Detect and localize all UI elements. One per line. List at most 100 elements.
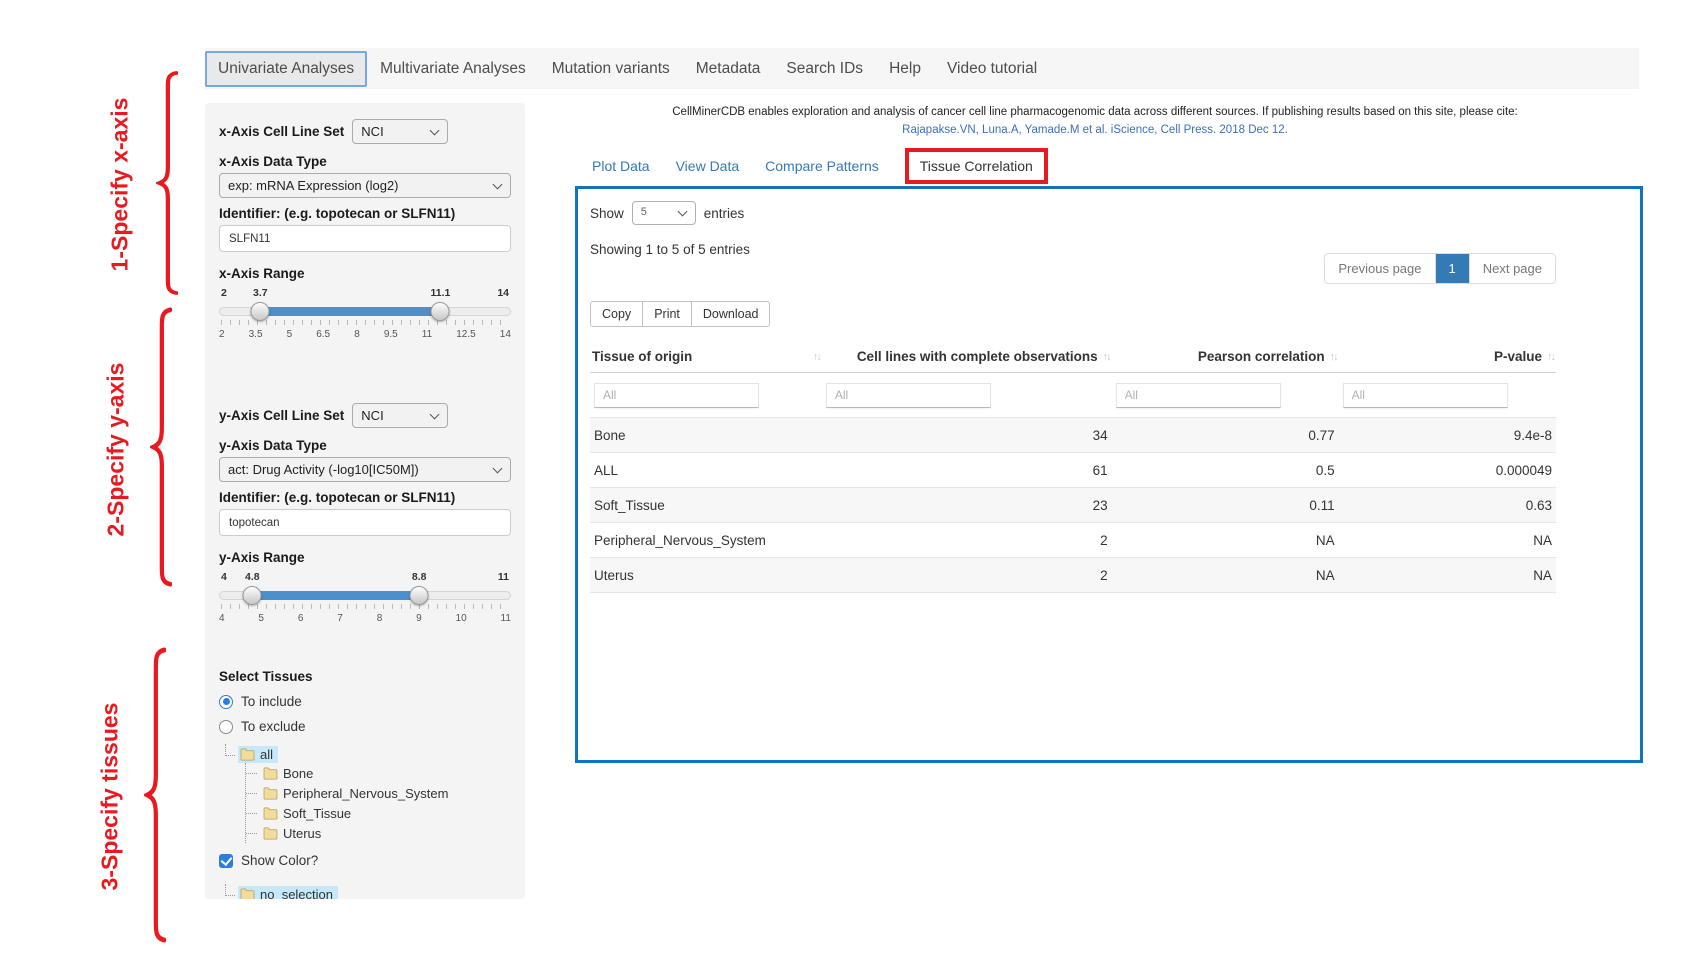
slider-tick-label: 7 — [337, 613, 343, 624]
slider-tick-label: 14 — [500, 329, 511, 340]
y-identifier-input[interactable] — [219, 509, 511, 536]
slider-tick-label: 6 — [298, 613, 304, 624]
radio-selected-icon — [219, 695, 233, 709]
table-filter-row — [590, 373, 1556, 418]
nav-tab-univariate-analyses[interactable]: Univariate Analyses — [205, 51, 367, 87]
slider-tick-label: 10 — [456, 613, 467, 624]
x-range-handle-right[interactable] — [431, 302, 450, 321]
slider-max-label: 14 — [497, 287, 509, 299]
x-data-type-label: x-Axis Data Type — [219, 154, 511, 169]
column-header-label: P-value — [1494, 349, 1542, 364]
table-head: Tissue of origin↑↓Cell lines with comple… — [590, 341, 1556, 418]
next-page-button[interactable]: Next page — [1469, 254, 1555, 283]
filter-cell-0 — [590, 373, 822, 418]
y-range-slider: 4 11 4.8 8.8 4567891011 — [219, 569, 511, 633]
copy-button[interactable]: Copy — [590, 301, 643, 327]
tissue-tree: all BonePeripheral_Nervous_System Soft_Ti… — [225, 746, 511, 843]
y-range-handle-right[interactable] — [410, 586, 429, 605]
nav-tab-mutation-variants[interactable]: Mutation variants — [539, 51, 683, 87]
nav-tab-search-ids[interactable]: Search IDs — [773, 51, 876, 87]
nav-tab-metadata[interactable]: Metadata — [683, 51, 774, 87]
tab-tissue-correlation[interactable]: Tissue Correlation — [920, 158, 1033, 174]
entries-select-value: 5 — [641, 206, 647, 218]
y-data-type-value: act: Drug Activity (-log10[IC50M]) — [228, 462, 419, 477]
export-button-group: CopyPrintDownload — [590, 301, 1556, 327]
x-range-handle-left[interactable] — [251, 302, 270, 321]
slider-tick-label: 8 — [377, 613, 383, 624]
nav-tab-multivariate-analyses[interactable]: Multivariate Analyses — [367, 51, 539, 87]
checkbox-checked-icon — [219, 854, 233, 868]
entries-select[interactable]: 5 — [632, 201, 696, 225]
tab-plot-data[interactable]: Plot Data — [592, 158, 650, 174]
x-cell-line-set-label: x-Axis Cell Line Set — [219, 124, 344, 139]
value-cell: 0.000049 — [1339, 453, 1556, 488]
chevron-down-icon — [493, 179, 503, 189]
x-cell-line-set-row: x-Axis Cell Line Set NCI — [219, 119, 511, 144]
annotation-step3-label: 3-Specify tissues — [97, 687, 124, 907]
value-cell: NA — [1339, 523, 1556, 558]
slider-from-value: 4.8 — [245, 571, 260, 583]
column-header-cell-lines-with-complete-observations: Cell lines with complete observations↑↓ — [822, 341, 1112, 373]
previous-page-button[interactable]: Previous page — [1325, 254, 1434, 283]
tissue-tree-item-peripheral-nervous-system[interactable]: Peripheral_Nervous_System — [246, 783, 511, 803]
column-header-pearson-correlation: Pearson correlation↑↓ — [1112, 341, 1339, 373]
y-cell-line-set-select[interactable]: NCI — [352, 403, 448, 428]
slider-tick-label: 3.5 — [249, 329, 263, 340]
y-range-handle-left[interactable] — [243, 586, 262, 605]
page-1-button[interactable]: 1 — [1435, 254, 1469, 283]
show-entries-row: Show 5 entries — [590, 201, 1556, 225]
value-cell: 23 — [822, 488, 1112, 523]
sort-icon[interactable]: ↑↓ — [1103, 351, 1110, 363]
nav-tab-help[interactable]: Help — [876, 51, 934, 87]
slider-tick-label: 12.5 — [456, 329, 475, 340]
tissues-exclude-radio[interactable]: To exclude — [219, 719, 511, 734]
nav-tab-video-tutorial[interactable]: Video tutorial — [934, 51, 1050, 87]
column-header-label: Tissue of origin — [592, 349, 692, 364]
tissue-tree-root[interactable]: all — [225, 746, 511, 763]
tissue-tree-item-uterus[interactable]: Uterus — [246, 823, 511, 843]
y-identifier-label: Identifier: (e.g. topotecan or SLFN11) — [219, 490, 511, 505]
slider-tick-label: 2 — [219, 329, 225, 340]
slider-to-value: 8.8 — [412, 571, 427, 583]
value-cell: 2 — [822, 558, 1112, 593]
table-body: Bone340.779.4e-8ALL610.50.000049Soft_Tis… — [590, 418, 1556, 593]
tissue-tree-item-bone[interactable]: Bone — [246, 763, 511, 783]
y-data-type-select[interactable]: act: Drug Activity (-log10[IC50M]) — [219, 457, 511, 482]
tissue-cell: Bone — [590, 418, 822, 453]
tissue-tree-item-soft-tissue[interactable]: Soft_Tissue — [246, 803, 511, 823]
table-row-soft-tissue: Soft_Tissue230.110.63 — [590, 488, 1556, 523]
slider-tick-label: 11 — [422, 329, 432, 340]
no-selection-item[interactable]: no_selection — [225, 886, 511, 899]
citation-link[interactable]: Rajapakse.VN, Luna.A, Yamade.M et al. iS… — [545, 122, 1645, 140]
tissue-cell: Uterus — [590, 558, 822, 593]
print-button[interactable]: Print — [642, 301, 692, 327]
x-identifier-label: Identifier: (e.g. topotecan or SLFN11) — [219, 206, 511, 221]
sort-icon[interactable]: ↑↓ — [813, 351, 820, 363]
show-color-checkbox-row[interactable]: Show Color? — [219, 853, 511, 868]
tree-item-label: Soft_Tissue — [283, 806, 351, 821]
filter-input-cell-lines-with-complete-observations[interactable] — [826, 383, 991, 408]
chevron-down-icon — [430, 409, 440, 419]
slider-min-label: 4 — [221, 571, 227, 583]
pagination: Previous page 1 Next page — [1324, 253, 1556, 284]
tissues-include-radio[interactable]: To include — [219, 694, 511, 709]
x-identifier-input[interactable] — [219, 225, 511, 252]
citation-text: CellMinerCDB enables exploration and ana… — [545, 104, 1645, 122]
sort-icon[interactable]: ↑↓ — [1547, 351, 1554, 363]
x-data-type-select[interactable]: exp: mRNA Expression (log2) — [219, 173, 511, 198]
filter-cell-1 — [822, 373, 1112, 418]
filter-input-p-value[interactable] — [1343, 383, 1508, 408]
sort-icon[interactable]: ↑↓ — [1330, 351, 1337, 363]
slider-ruler — [221, 604, 509, 609]
download-button[interactable]: Download — [691, 301, 771, 327]
radio-unselected-icon — [219, 720, 233, 734]
filter-input-tissue-of-origin[interactable] — [594, 383, 759, 408]
slider-tick-label: 9.5 — [384, 329, 398, 340]
tab-view-data[interactable]: View Data — [676, 158, 740, 174]
tab-compare-patterns[interactable]: Compare Patterns — [765, 158, 879, 174]
filter-input-pearson-correlation[interactable] — [1116, 383, 1281, 408]
slider-tick-label: 4 — [219, 613, 225, 624]
include-label: To include — [241, 694, 302, 709]
x-cell-line-set-select[interactable]: NCI — [352, 119, 448, 144]
slider-tick-label: 5 — [258, 613, 264, 624]
